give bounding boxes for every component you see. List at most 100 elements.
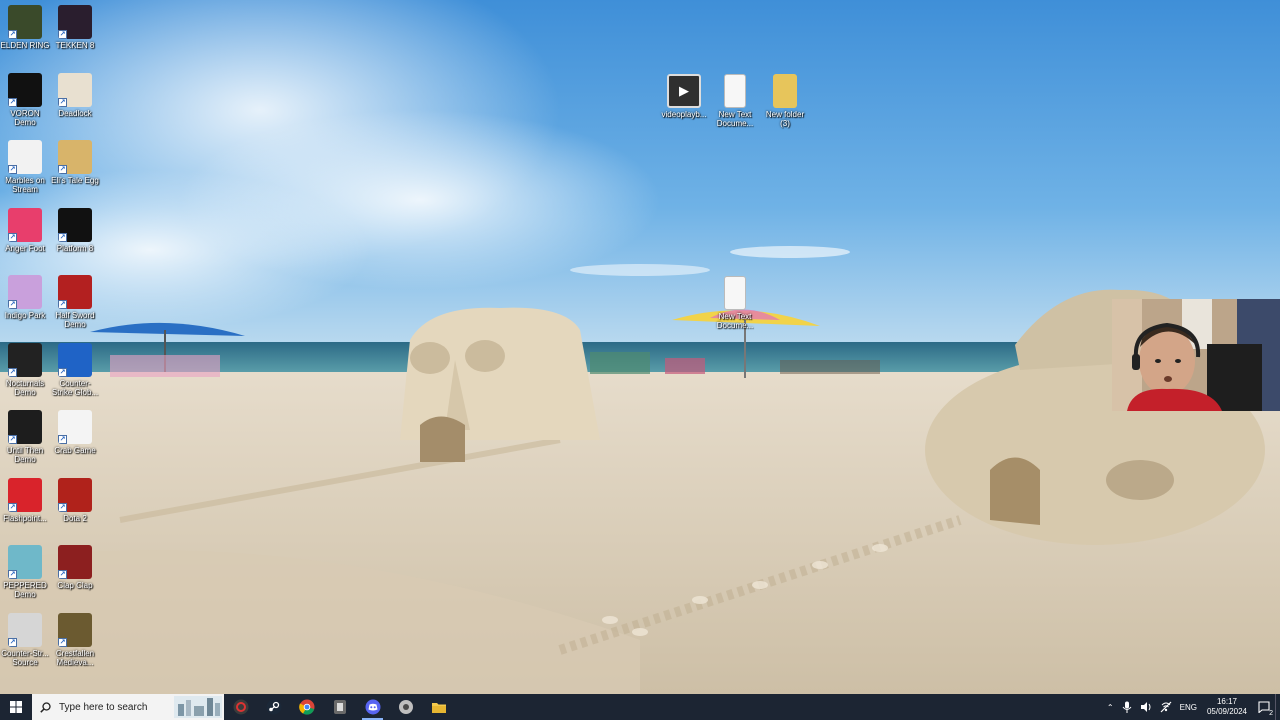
shortcut-arrow-icon: ↗ [58, 30, 67, 39]
cs-source-icon: ↗ [8, 612, 42, 647]
taskbar-clock[interactable]: 16:17 05/09/2024 [1207, 697, 1247, 717]
taskbar-app-steam[interactable] [257, 694, 290, 720]
platform8-icon: ↗ [58, 207, 92, 242]
system-tray: ⌃ ENG 16:17 05/09/2024 2 [1103, 694, 1280, 720]
flashpoint-icon: ↗ [8, 477, 42, 512]
text-file-icon [724, 74, 746, 108]
taskbar-app-obs[interactable] [224, 694, 257, 720]
desktop-icon-egg[interactable]: ↗ Eli's Tale Egg [50, 140, 100, 185]
desktop-icon-anger-foot[interactable]: ↗ Anger Foot [0, 207, 50, 253]
show-hidden-icons-chevron-icon[interactable]: ⌃ [1107, 703, 1114, 712]
dota2-icon: ↗ [58, 477, 92, 512]
desktop-icon-peppered[interactable]: ↗ PEPPERED Demo [0, 545, 50, 599]
new-text-document-file[interactable]: New Text Docume... [710, 74, 760, 128]
shortcut-arrow-icon: ↗ [8, 435, 17, 444]
desktop-icon-nocturnals[interactable]: ↗ Nocturnals Demo [0, 342, 50, 397]
taskbar-search-box[interactable]: Type here to search [32, 694, 224, 720]
network-icon[interactable] [1160, 701, 1172, 713]
file-label: New Text Docume... [716, 312, 754, 330]
desktop-wallpaper [0, 0, 1280, 694]
desktop-icon-elden-ring[interactable]: ↗ ELDEN RING [0, 5, 50, 50]
shortcut-arrow-icon: ↗ [58, 97, 67, 107]
game-launcher-icon [333, 700, 346, 714]
desktop-icon-label: Deadlock [58, 108, 92, 118]
desktop-icon-label: Indigo Park [4, 311, 46, 320]
desktop-icon-label: Marbles on Stream [5, 176, 45, 194]
new-folder-3[interactable]: New folder (3) [760, 74, 810, 128]
shortcut-arrow-icon: ↗ [8, 97, 17, 107]
volume-icon[interactable] [1140, 701, 1152, 713]
half-sword-icon: ↗ [58, 275, 92, 309]
language-indicator[interactable]: ENG [1180, 703, 1197, 712]
start-button[interactable] [0, 694, 32, 720]
taskbar-app-settings[interactable] [389, 694, 422, 720]
desktop-icon-label: Crab Game [54, 446, 96, 455]
desktop-icon-platform8[interactable]: ↗ Platform 8 [50, 207, 100, 253]
notification-center-button[interactable]: 2 [1253, 694, 1275, 720]
desktop-icon-indigo-park[interactable]: ↗ Indigo Park [0, 275, 50, 320]
folder-icon [773, 74, 797, 108]
shortcut-arrow-icon: ↗ [8, 30, 17, 39]
taskbar-app-discord[interactable] [356, 694, 389, 720]
shortcut-arrow-icon: ↗ [58, 502, 67, 512]
show-desktop-button[interactable] [1275, 694, 1280, 720]
search-highlight-icon [174, 696, 222, 718]
desktop-icon-label: Until Then Demo [6, 446, 44, 464]
desktop-icon-label: Nocturnals Demo [5, 378, 45, 397]
beach-sandcastle-image [0, 0, 1280, 694]
videoplayback-file[interactable]: ▶ videoplayb... [659, 74, 709, 119]
crab-game-icon: ↗ [58, 410, 92, 444]
desktop-icon-voron[interactable]: ↗ VORON Demo [0, 72, 50, 127]
file-label: New Text Docume... [716, 110, 754, 128]
desktop-icon-flashpoint[interactable]: ↗ Flashpoint... [0, 477, 50, 523]
desktop-icon-label: Flashpoint... [3, 513, 47, 523]
desktop-icon-cs-source[interactable]: ↗ Counter-Str... Source [0, 612, 50, 667]
egg-icon: ↗ [58, 140, 92, 174]
until-then-icon: ↗ [8, 410, 42, 444]
peppered-icon: ↗ [8, 545, 42, 579]
clap-clap-icon: ↗ [58, 545, 92, 579]
shortcut-arrow-icon: ↗ [58, 435, 67, 444]
nocturnals-icon: ↗ [8, 342, 42, 377]
indigo-park-icon: ↗ [8, 275, 42, 309]
marbles-icon: ↗ [8, 140, 42, 174]
desktop-icon-clap-clap[interactable]: ↗ Clap Clap [50, 545, 100, 590]
shortcut-arrow-icon: ↗ [58, 300, 67, 309]
discord-icon [365, 699, 380, 715]
taskbar-app-chrome[interactable] [290, 694, 323, 720]
app-settings-icon [398, 700, 413, 714]
microphone-icon[interactable] [1122, 701, 1132, 713]
shortcut-arrow-icon: ↗ [8, 367, 17, 377]
new-text-document-file-2[interactable]: New Text Docume... [710, 276, 760, 330]
desktop-icon-label: Anger Foot [5, 243, 45, 253]
desktop-icon-label: Crestfallen Medieva... [55, 648, 95, 667]
shortcut-arrow-icon: ↗ [58, 637, 67, 647]
search-icon [40, 701, 51, 713]
desktop-icon-tekken8[interactable]: ↗ TEKKEN 8 [50, 5, 100, 50]
desktop-icon-label: ELDEN RING [0, 41, 50, 50]
desktop-icon-label: Eli's Tale Egg [51, 176, 99, 185]
taskbar-app-launcher[interactable] [323, 694, 356, 720]
windows-logo-icon [10, 701, 22, 713]
shortcut-arrow-icon: ↗ [8, 502, 17, 512]
text-file-icon [724, 276, 746, 310]
steam-icon [266, 699, 281, 715]
taskbar-app-file-explorer[interactable] [422, 694, 455, 720]
clock-date: 05/09/2024 [1206, 707, 1247, 716]
desktop-icon-deadlock[interactable]: ↗ Deadlock [50, 72, 100, 118]
desktop-icon-until-then[interactable]: ↗ Until Then Demo [0, 410, 50, 464]
desktop-icon-csgo[interactable]: ↗ Counter-Strike Glob... [50, 342, 100, 397]
desktop-icon-crab-game[interactable]: ↗ Crab Game [50, 410, 100, 455]
file-label: videoplayb... [661, 110, 707, 119]
desktop-icon-marbles[interactable]: ↗ Marbles on Stream [0, 140, 50, 194]
clock-time: 16:17 [1216, 697, 1237, 706]
file-label: New folder (3) [765, 110, 805, 128]
shortcut-arrow-icon: ↗ [8, 165, 17, 174]
desktop-icon-crestfallen[interactable]: ↗ Crestfallen Medieva... [50, 612, 100, 667]
shortcut-arrow-icon: ↗ [8, 232, 17, 242]
desktop-icon-dota2[interactable]: ↗ Dota 2 [50, 477, 100, 523]
desktop-icon-label: TEKKEN 8 [55, 41, 95, 50]
chrome-icon [298, 699, 314, 715]
desktop-icon-half-sword[interactable]: ↗ Half Sword Demo [50, 275, 100, 329]
deadlock-icon: ↗ [58, 72, 92, 107]
